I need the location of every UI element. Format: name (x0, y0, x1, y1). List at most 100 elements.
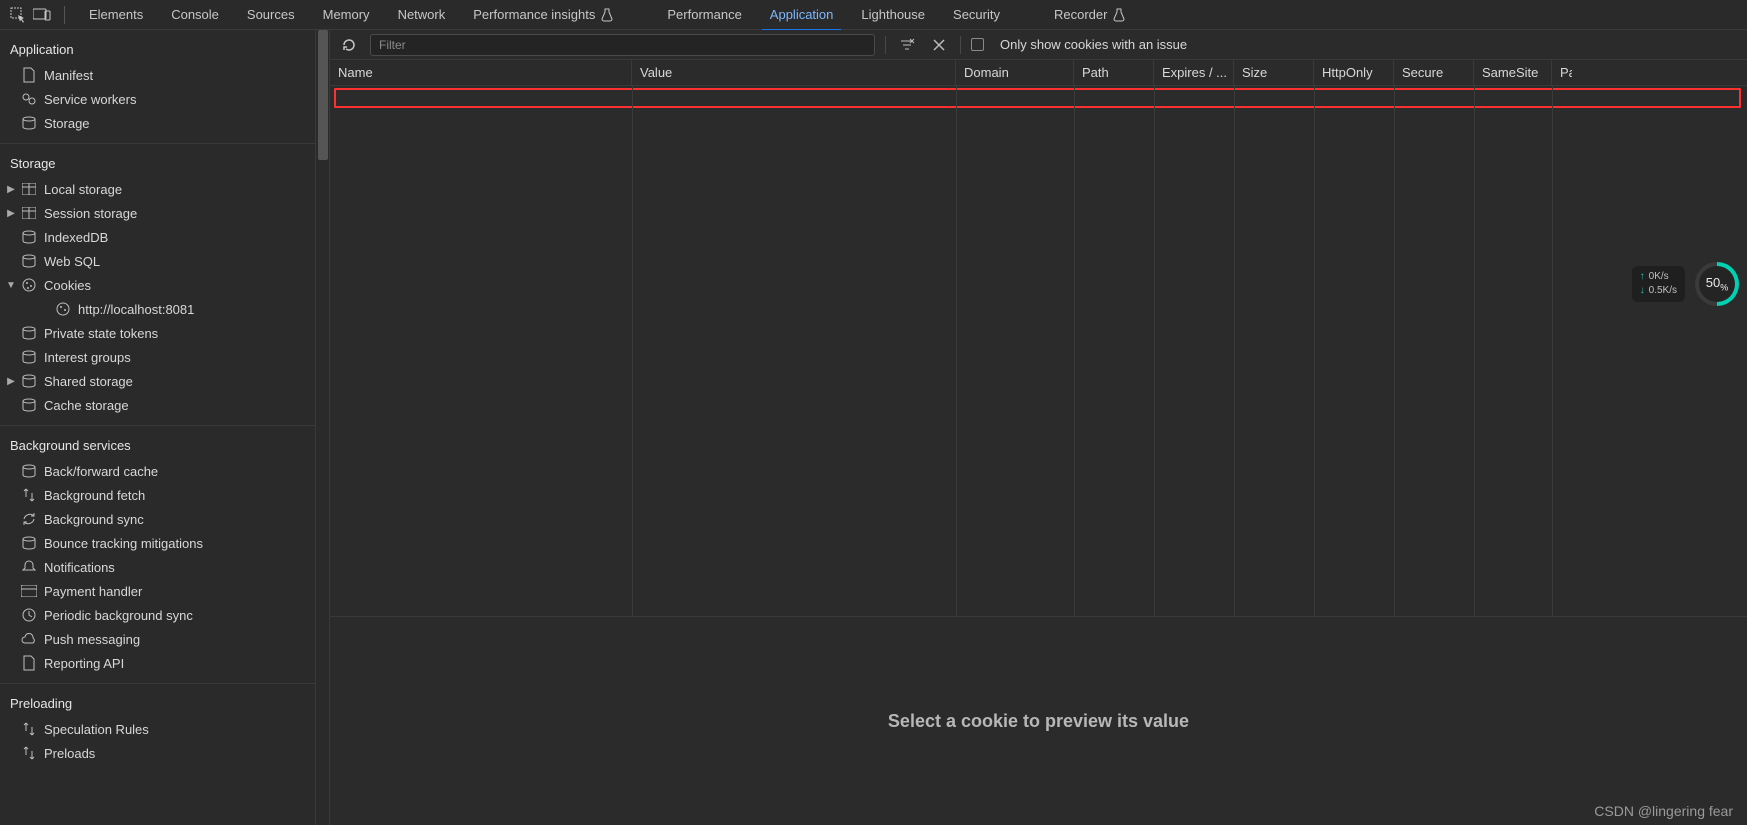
chevron-right-icon[interactable]: ▶ (4, 376, 18, 387)
sidebar-item-bf-cache[interactable]: Back/forward cache (0, 459, 315, 483)
gears-icon (20, 92, 38, 106)
cookies-table-body[interactable] (330, 86, 1747, 616)
toolbar-separator (960, 36, 961, 54)
sidebar-item-push-messaging[interactable]: Push messaging (0, 627, 315, 651)
sidebar-item-cookie-origin[interactable]: http://localhost:8081 (0, 297, 315, 321)
tab-elements[interactable]: Elements (75, 0, 157, 30)
col-size[interactable]: Size (1234, 60, 1314, 85)
table-icon (20, 183, 38, 195)
refresh-button[interactable] (338, 34, 360, 56)
database-icon (20, 374, 38, 388)
cookies-table-header: Name Value Domain Path Expires / ... Siz… (330, 60, 1747, 86)
sync-icon (20, 512, 38, 526)
flask-icon (601, 8, 613, 22)
sidebar-item-session-storage[interactable]: ▶Session storage (0, 201, 315, 225)
sidebar-item-private-state-tokens[interactable]: Private state tokens (0, 321, 315, 345)
sidebar-item-notifications[interactable]: Notifications (0, 555, 315, 579)
network-speed-widget: 0K/s 0.5K/s 50% (1632, 262, 1739, 306)
watermark: CSDN @lingering fear (1594, 803, 1733, 819)
col-httponly[interactable]: HttpOnly (1314, 60, 1394, 85)
database-icon (20, 536, 38, 550)
cookies-panel: Only show cookies with an issue Name Val… (330, 30, 1747, 825)
cookie-preview-placeholder: Select a cookie to preview its value (330, 616, 1747, 825)
sidebar-item-periodic-sync[interactable]: Periodic background sync (0, 603, 315, 627)
col-samesite[interactable]: SameSite (1474, 60, 1552, 85)
bell-icon (20, 560, 38, 574)
cookie-icon (54, 302, 72, 316)
tab-security[interactable]: Security (939, 0, 1014, 30)
database-icon (20, 230, 38, 244)
sidebar-item-cache-storage[interactable]: Cache storage (0, 393, 315, 417)
col-value[interactable]: Value (632, 60, 956, 85)
col-partition[interactable]: Pa (1552, 60, 1572, 85)
application-sidebar[interactable]: Application Manifest Service workers Sto… (0, 30, 316, 825)
credit-card-icon (20, 585, 38, 597)
tab-application[interactable]: Application (756, 0, 848, 30)
clear-all-button[interactable] (896, 34, 918, 56)
tab-console[interactable]: Console (157, 0, 233, 30)
devtools-tabbar: Elements Console Sources Memory Network … (0, 0, 1747, 30)
device-toolbar-icon[interactable] (30, 3, 54, 27)
sidebar-item-interest-groups[interactable]: Interest groups (0, 345, 315, 369)
inspect-element-icon[interactable] (6, 3, 30, 27)
tab-sources[interactable]: Sources (233, 0, 309, 30)
only-issue-checkbox[interactable] (971, 38, 984, 51)
arrows-icon (20, 488, 38, 502)
sidebar-item-background-sync[interactable]: Background sync (0, 507, 315, 531)
sidebar-item-bounce-tracking[interactable]: Bounce tracking mitigations (0, 531, 315, 555)
tab-network[interactable]: Network (384, 0, 460, 30)
flask-icon (1113, 8, 1125, 22)
col-secure[interactable]: Secure (1394, 60, 1474, 85)
sidebar-item-manifest[interactable]: Manifest (0, 63, 315, 87)
tab-performance[interactable]: Performance (653, 0, 755, 30)
sidebar-item-cookies[interactable]: ▼Cookies (0, 273, 315, 297)
tabbar-separator (64, 6, 65, 24)
tab-memory[interactable]: Memory (309, 0, 384, 30)
chevron-down-icon[interactable]: ▼ (4, 280, 18, 291)
only-issue-label[interactable]: Only show cookies with an issue (1000, 37, 1187, 52)
table-icon (20, 207, 38, 219)
col-name[interactable]: Name (330, 60, 632, 85)
col-expires[interactable]: Expires / ... (1154, 60, 1234, 85)
cookies-toolbar: Only show cookies with an issue (330, 30, 1747, 60)
sidebar-scrollbar[interactable] (316, 30, 330, 825)
section-background-services: Background services (0, 426, 315, 459)
delete-selected-button[interactable] (928, 34, 950, 56)
database-icon (20, 464, 38, 478)
sidebar-item-reporting-api[interactable]: Reporting API (0, 651, 315, 675)
filter-input[interactable] (370, 34, 875, 56)
file-icon (20, 67, 38, 83)
section-application: Application (0, 30, 315, 63)
cookie-icon (20, 278, 38, 292)
sidebar-item-payment-handler[interactable]: Payment handler (0, 579, 315, 603)
col-path[interactable]: Path (1074, 60, 1154, 85)
tab-performance-insights[interactable]: Performance insights (459, 0, 627, 30)
arrows-icon (20, 722, 38, 736)
sidebar-item-storage-app[interactable]: Storage (0, 111, 315, 135)
database-icon (20, 326, 38, 340)
sidebar-item-speculation-rules[interactable]: Speculation Rules (0, 717, 315, 741)
percent-ring: 50% (1695, 262, 1739, 306)
sidebar-item-service-workers[interactable]: Service workers (0, 87, 315, 111)
col-domain[interactable]: Domain (956, 60, 1074, 85)
sidebar-item-background-fetch[interactable]: Background fetch (0, 483, 315, 507)
tab-lighthouse[interactable]: Lighthouse (847, 0, 939, 30)
database-icon (20, 350, 38, 364)
sidebar-item-shared-storage[interactable]: ▶Shared storage (0, 369, 315, 393)
scrollbar-thumb[interactable] (318, 30, 328, 160)
sidebar-item-websql[interactable]: Web SQL (0, 249, 315, 273)
tab-recorder[interactable]: Recorder (1040, 0, 1139, 30)
net-speed-box: 0K/s 0.5K/s (1632, 266, 1685, 302)
database-icon (20, 116, 38, 130)
section-preloading: Preloading (0, 684, 315, 717)
chevron-right-icon[interactable]: ▶ (4, 208, 18, 219)
sidebar-item-indexeddb[interactable]: IndexedDB (0, 225, 315, 249)
arrows-icon (20, 746, 38, 760)
toolbar-separator (885, 36, 886, 54)
sidebar-item-local-storage[interactable]: ▶Local storage (0, 177, 315, 201)
highlighted-empty-row (334, 88, 1741, 108)
sidebar-item-preloads[interactable]: Preloads (0, 741, 315, 765)
clock-icon (20, 608, 38, 622)
chevron-right-icon[interactable]: ▶ (4, 184, 18, 195)
database-icon (20, 254, 38, 268)
